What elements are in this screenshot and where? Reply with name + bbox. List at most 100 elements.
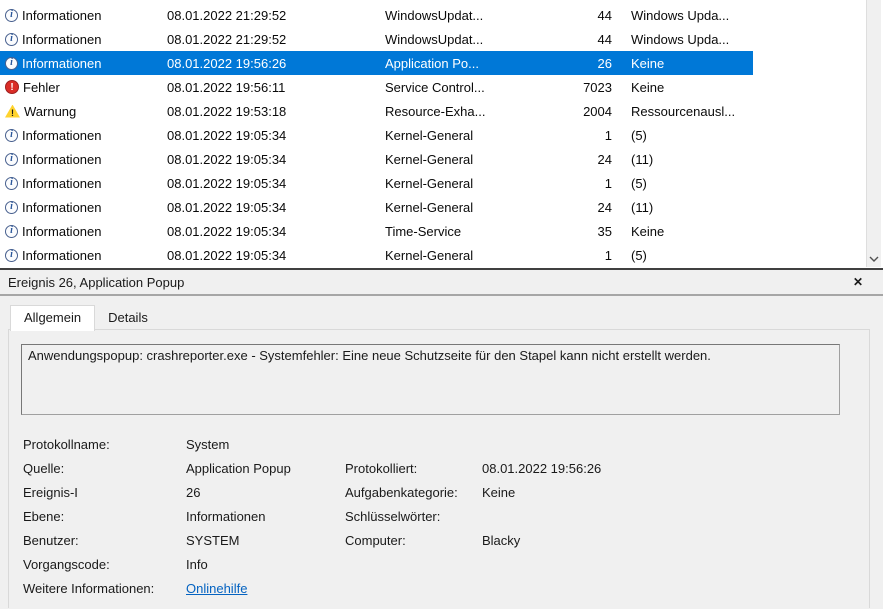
field-label: Weitere Informationen:: [23, 577, 186, 601]
source-cell: Kernel-General: [385, 152, 557, 167]
category-cell: (11): [612, 152, 653, 167]
table-row[interactable]: Informationen 08.01.2022 19:05:34 Time-S…: [0, 219, 753, 243]
info-icon: [5, 201, 18, 214]
scroll-down-button[interactable]: [867, 250, 881, 267]
event-id-cell: 1: [557, 176, 612, 191]
level-label: Informationen: [22, 152, 102, 167]
event-id-cell: 1: [557, 128, 612, 143]
event-list: Informationen 08.01.2022 21:29:52 Window…: [0, 0, 883, 270]
table-row[interactable]: Informationen 08.01.2022 21:29:52 Window…: [0, 3, 753, 27]
field-value: 08.01.2022 19:56:26: [482, 457, 869, 481]
field-label: Schlüsselwörter:: [345, 505, 482, 529]
level-cell: Informationen: [0, 32, 167, 47]
level-label: Informationen: [22, 176, 102, 191]
field-label: Aufgabenkategorie:: [345, 481, 482, 505]
field-label: [345, 433, 482, 457]
info-icon: [5, 33, 18, 46]
category-cell: (11): [612, 200, 653, 215]
level-cell: Informationen: [0, 152, 167, 167]
datetime-cell: 08.01.2022 19:05:34: [167, 200, 385, 215]
level-cell: Informationen: [0, 200, 167, 215]
table-row[interactable]: Informationen 08.01.2022 19:05:34 Kernel…: [0, 195, 753, 219]
category-cell: Keine: [612, 224, 664, 239]
field-value: [482, 433, 869, 457]
error-icon: [5, 80, 19, 94]
field-value: Info: [186, 553, 345, 577]
info-icon: [5, 57, 18, 70]
level-label: Fehler: [23, 80, 60, 95]
event-id-cell: 44: [557, 32, 612, 47]
table-row[interactable]: Informationen 08.01.2022 19:05:34 Kernel…: [0, 147, 753, 171]
level-label: Warnung: [24, 104, 76, 119]
datetime-cell: 08.01.2022 19:05:34: [167, 176, 385, 191]
event-id-cell: 7023: [557, 80, 612, 95]
field-label: Ebene:: [23, 505, 186, 529]
level-cell: Informationen: [0, 224, 167, 239]
event-properties-grid: Protokollname:SystemQuelle:Application P…: [23, 433, 869, 601]
datetime-cell: 08.01.2022 19:05:34: [167, 128, 385, 143]
field-label: Vorgangscode:: [23, 553, 186, 577]
tab-details[interactable]: Details: [95, 306, 161, 330]
category-cell: Keine: [612, 80, 664, 95]
event-description-box[interactable]: Anwendungspopup: crashreporter.exe - Sys…: [21, 344, 840, 415]
source-cell: WindowsUpdat...: [385, 8, 557, 23]
detail-pane-title: Ereignis 26, Application Popup: [8, 275, 184, 290]
event-id-cell: 44: [557, 8, 612, 23]
info-icon: [5, 9, 18, 22]
level-cell: Fehler: [0, 80, 167, 95]
detail-pane-header: Ereignis 26, Application Popup ✕: [0, 270, 883, 296]
level-cell: Informationen: [0, 248, 167, 263]
table-row[interactable]: Informationen 08.01.2022 19:56:26 Applic…: [0, 51, 753, 75]
info-icon: [5, 225, 18, 238]
field-label: Ereignis-I: [23, 481, 186, 505]
source-cell: Resource-Exha...: [385, 104, 557, 119]
event-id-cell: 24: [557, 200, 612, 215]
category-cell: Windows Upda...: [612, 8, 729, 23]
info-icon: [5, 153, 18, 166]
close-icon[interactable]: ✕: [853, 275, 863, 289]
table-row[interactable]: Informationen 08.01.2022 19:05:34 Kernel…: [0, 123, 753, 147]
category-cell: Keine: [612, 56, 664, 71]
level-cell: Informationen: [0, 176, 167, 191]
level-label: Informationen: [22, 8, 102, 23]
field-value: SYSTEM: [186, 529, 345, 553]
level-cell: Informationen: [0, 128, 167, 143]
vertical-scrollbar[interactable]: [866, 0, 881, 267]
tab-page-allgemein: Anwendungspopup: crashreporter.exe - Sys…: [8, 329, 870, 608]
category-cell: (5): [612, 176, 647, 191]
table-row[interactable]: Informationen 08.01.2022 19:05:34 Kernel…: [0, 171, 753, 195]
table-row[interactable]: Fehler 08.01.2022 19:56:11 Service Contr…: [0, 75, 753, 99]
table-row[interactable]: Informationen 08.01.2022 21:29:52 Window…: [0, 27, 753, 51]
datetime-cell: 08.01.2022 21:29:52: [167, 8, 385, 23]
level-label: Informationen: [22, 224, 102, 239]
source-cell: WindowsUpdat...: [385, 32, 557, 47]
event-id-cell: 26: [557, 56, 612, 71]
warning-icon: [5, 105, 20, 118]
event-id-cell: 24: [557, 152, 612, 167]
datetime-cell: 08.01.2022 19:05:34: [167, 152, 385, 167]
level-label: Informationen: [22, 128, 102, 143]
field-value: Blacky: [482, 529, 869, 553]
datetime-cell: 08.01.2022 19:56:11: [167, 80, 385, 95]
level-cell: Informationen: [0, 56, 167, 71]
field-value: [482, 553, 869, 577]
tab-allgemein[interactable]: Allgemein: [10, 305, 95, 331]
chevron-down-icon: [869, 256, 879, 262]
field-value: [482, 577, 869, 601]
datetime-cell: 08.01.2022 19:05:34: [167, 248, 385, 263]
event-id-cell: 35: [557, 224, 612, 239]
info-icon: [5, 177, 18, 190]
table-row[interactable]: Warnung 08.01.2022 19:53:18 Resource-Exh…: [0, 99, 753, 123]
online-help-link[interactable]: Onlinehilfe: [186, 577, 345, 601]
event-id-cell: 1: [557, 248, 612, 263]
field-label: [345, 577, 482, 601]
field-label: Protokolliert:: [345, 457, 482, 481]
source-cell: Kernel-General: [385, 128, 557, 143]
level-cell: Warnung: [0, 104, 167, 119]
table-row[interactable]: Informationen 08.01.2022 19:05:34 Kernel…: [0, 243, 753, 267]
datetime-cell: 08.01.2022 21:29:52: [167, 32, 385, 47]
category-cell: Ressourcenausl...: [612, 104, 735, 119]
category-cell: (5): [612, 248, 647, 263]
field-value: 26: [186, 481, 345, 505]
event-rows: Informationen 08.01.2022 21:29:52 Window…: [0, 3, 883, 267]
